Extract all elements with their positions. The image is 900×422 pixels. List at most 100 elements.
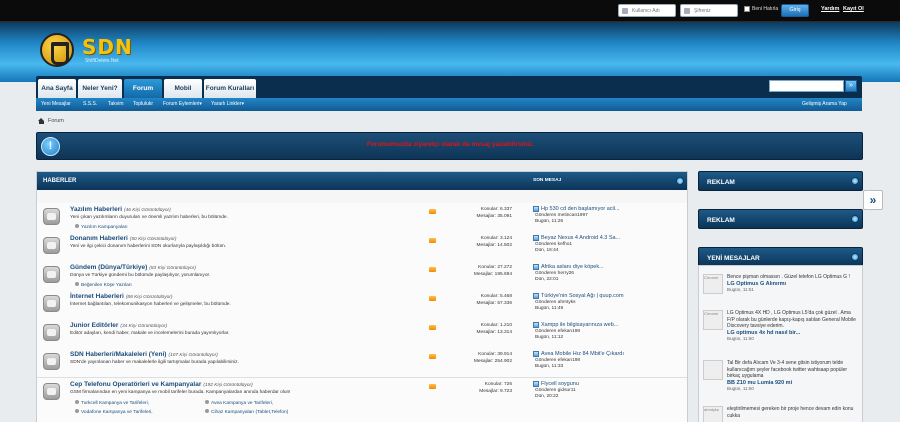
remember-checkbox[interactable] <box>744 6 750 12</box>
subforum-icon <box>205 400 209 404</box>
last-post-title[interactable]: Xampp ile bilgisayarınıza web... <box>541 322 618 329</box>
forum-row: Gündem (Dünya/Türkiye) (83 Kişi Görüntülü… <box>37 261 687 291</box>
avatar[interactable]: Chrome <box>703 310 723 330</box>
forum-title[interactable]: Yazılım Haberleri <box>70 206 122 213</box>
forum-title[interactable]: SDN Haberleri/Makaleleri (Yeni) <box>70 351 166 358</box>
last-post: Hp 530 cd den başlamıyor acil... Göndere… <box>533 206 683 226</box>
new-post-item: Chrome Bence pişman olmassın . Güzel tel… <box>703 274 858 294</box>
forum-title[interactable]: Cep Telefonu Operatörleri ve Kampanyalar <box>70 381 201 388</box>
last-post: Afrika aslanı diye köpek... Gönderen her… <box>533 264 683 284</box>
viewer-count: (46 Kişi Görüntülüyor) <box>124 208 171 213</box>
last-post: Beyaz Nexus 4 Android 4.3 Sa... Gönderen… <box>533 235 683 255</box>
new-post-item: Tal Bir defa Alıcam Ve 3-4 sene gitsin i… <box>703 360 858 393</box>
last-post-title[interactable]: Avea Mobile Hız 84 Mbit'e Çıkardı <box>541 351 624 358</box>
rss-icon[interactable] <box>429 238 436 243</box>
tab-ana-sayfa[interactable]: Ana Sayfa <box>38 79 76 98</box>
tab-forum-kurallari[interactable]: Forum Kuralları <box>204 79 256 98</box>
register-link[interactable]: Kayıt Ol <box>843 6 864 12</box>
subnav-calendar[interactable]: Takvim <box>108 101 124 107</box>
tab-mobil[interactable]: Mobil <box>164 79 202 98</box>
last-post-time: Bugün, 11:12 <box>535 335 564 340</box>
forum-row: Cep Telefonu Operatörleri ve Kampanyalar… <box>37 378 687 422</box>
last-post-time: Dün, 20:22 <box>535 394 559 399</box>
password-input[interactable]: Şifreniz <box>680 4 738 17</box>
advanced-search-link[interactable]: Gelişmiş Arama Yap <box>802 101 847 107</box>
avatar[interactable] <box>703 360 723 380</box>
thread-icon <box>533 235 539 242</box>
subforum-link[interactable]: Avea Kampanya ve Tarifeleri, <box>205 399 335 406</box>
collapse-icon[interactable] <box>851 253 859 261</box>
tab-neler-yeni[interactable]: Neler Yeni? <box>78 79 122 98</box>
last-post-time: Bugün, 11:49 <box>535 306 564 311</box>
login-button[interactable]: Giriş <box>781 4 809 17</box>
viewer-count: (83 Kişi Görüntülüyor) <box>149 266 196 271</box>
forum-status-icon <box>43 353 60 370</box>
username-input[interactable]: Kullanıcı Adı <box>618 4 676 17</box>
forum-description: Yeni ve ilgi çekici donanım haberlerini … <box>70 244 227 249</box>
forum-title[interactable]: Junior Editörler <box>70 322 118 329</box>
forum-stats: Konular: 3.124 Mesajlar: 14.502 <box>476 236 512 248</box>
thread-icon <box>533 322 539 329</box>
forum-stats: Konular: 5.468 Mesajlar: 57.336 <box>476 294 512 306</box>
forum-title[interactable]: İnternet Haberleri <box>70 293 124 300</box>
subforum-link[interactable]: Beğenilen Köşe Yazıları <box>75 281 132 288</box>
help-link[interactable]: Yardım <box>821 6 839 12</box>
subforum-icon <box>205 409 209 413</box>
rss-icon[interactable] <box>429 325 436 330</box>
rss-icon[interactable] <box>429 267 436 272</box>
rss-icon[interactable] <box>429 384 436 389</box>
forum-description: İnternet bağlantıları, telekomunikasyon … <box>70 302 231 307</box>
last-post-title[interactable]: Afrika aslanı diye köpek... <box>541 264 604 271</box>
last-post: Türkiye'nin Sosyal Ağı | quup.com Gönder… <box>533 293 683 313</box>
forum-stats: Konular: 39.914 Mesajlar: 254.902 <box>473 352 512 364</box>
avatar[interactable]: Chrome <box>703 274 723 294</box>
rss-icon[interactable] <box>429 209 436 214</box>
forum-description: GSM firmalarından en yeni kampanya ve mo… <box>70 390 291 395</box>
next-arrow-icon[interactable]: » <box>863 190 883 210</box>
viewer-count: (192 Kişi Görüntülüyor) <box>203 383 253 388</box>
avatar[interactable]: ahmtyks <box>703 406 723 422</box>
collapse-icon[interactable] <box>851 215 859 223</box>
thread-icon <box>533 264 539 271</box>
last-post-time: Dün, 22:01 <box>535 277 559 282</box>
subforum-link[interactable]: Cihaz Kampanyaları (Tablet,Telefon) <box>205 408 335 415</box>
remember-me[interactable]: Beni Hatırla <box>744 6 778 12</box>
rss-icon[interactable] <box>429 296 436 301</box>
post-excerpt: Bence pişman olmassın . Güzel telefon LG… <box>727 274 850 280</box>
subnav-forum-actions[interactable]: Forum Eylemleri▾ <box>163 101 202 107</box>
subnav-faq[interactable]: S.S.S. <box>83 101 97 107</box>
tab-forum[interactable]: Forum <box>124 79 162 98</box>
subnav-useful-links[interactable]: Yararlı Linkler▾ <box>211 101 244 107</box>
notice-text: Forumumuzda ziyaretçi olarak da mesaj ya… <box>366 141 535 148</box>
collapse-icon[interactable] <box>676 177 684 185</box>
last-post-title[interactable]: Flycell soygunu <box>541 381 579 388</box>
forum-description: SDN'de yayınlanan haber ve makalelerle i… <box>70 360 239 365</box>
breadcrumb-forum[interactable]: Forum <box>48 118 64 124</box>
last-post-title[interactable]: Türkiye'nin Sosyal Ağı | quup.com <box>541 293 624 300</box>
forum-title[interactable]: Donanım Haberleri <box>70 235 128 242</box>
subnav-community[interactable]: Toplulukr <box>133 101 153 107</box>
subforum-link[interactable]: Turkcell Kampanya ve Tarifeleri, <box>75 399 205 406</box>
subforum-list: Yazılım Kampanyaları <box>75 223 128 230</box>
home-icon[interactable] <box>38 118 45 124</box>
forum-status-icon <box>43 295 60 312</box>
search-button[interactable]: » <box>845 80 857 92</box>
thread-icon <box>533 206 539 213</box>
forum-row: SDN Haberleri/Makaleleri (Yeni) (107 Kişi… <box>37 348 687 378</box>
subforum-icon <box>75 224 79 228</box>
category-title[interactable]: HABERLER <box>43 178 76 184</box>
last-post-title[interactable]: Beyaz Nexus 4 Android 4.3 Sa... <box>541 235 620 242</box>
forum-title[interactable]: Gündem (Dünya/Türkiye) <box>70 264 147 271</box>
new-post-item: ahmtyks eleştirilmemesi gereken bir proj… <box>703 406 858 422</box>
last-post-title[interactable]: Hp 530 cd den başlamıyor acil... <box>541 206 620 213</box>
rss-icon[interactable] <box>429 354 436 359</box>
collapse-icon[interactable] <box>851 177 859 185</box>
subnav-new-posts[interactable]: Yeni Mesajlar <box>41 101 71 107</box>
subforum-link[interactable]: Vodafone Kampanya ve Tarifeleri, <box>75 408 205 415</box>
subforum-link[interactable]: Yazılım Kampanyaları <box>75 223 128 230</box>
post-excerpt: eleştirilmemesi gereken bir proje hence … <box>727 406 854 419</box>
sidebar-block-title: YENİ MESAJLAR <box>707 255 760 262</box>
thread-icon <box>533 351 539 358</box>
search-input[interactable] <box>769 80 844 92</box>
site-logo[interactable]: SDN ShiftDelete.Net <box>40 33 160 69</box>
